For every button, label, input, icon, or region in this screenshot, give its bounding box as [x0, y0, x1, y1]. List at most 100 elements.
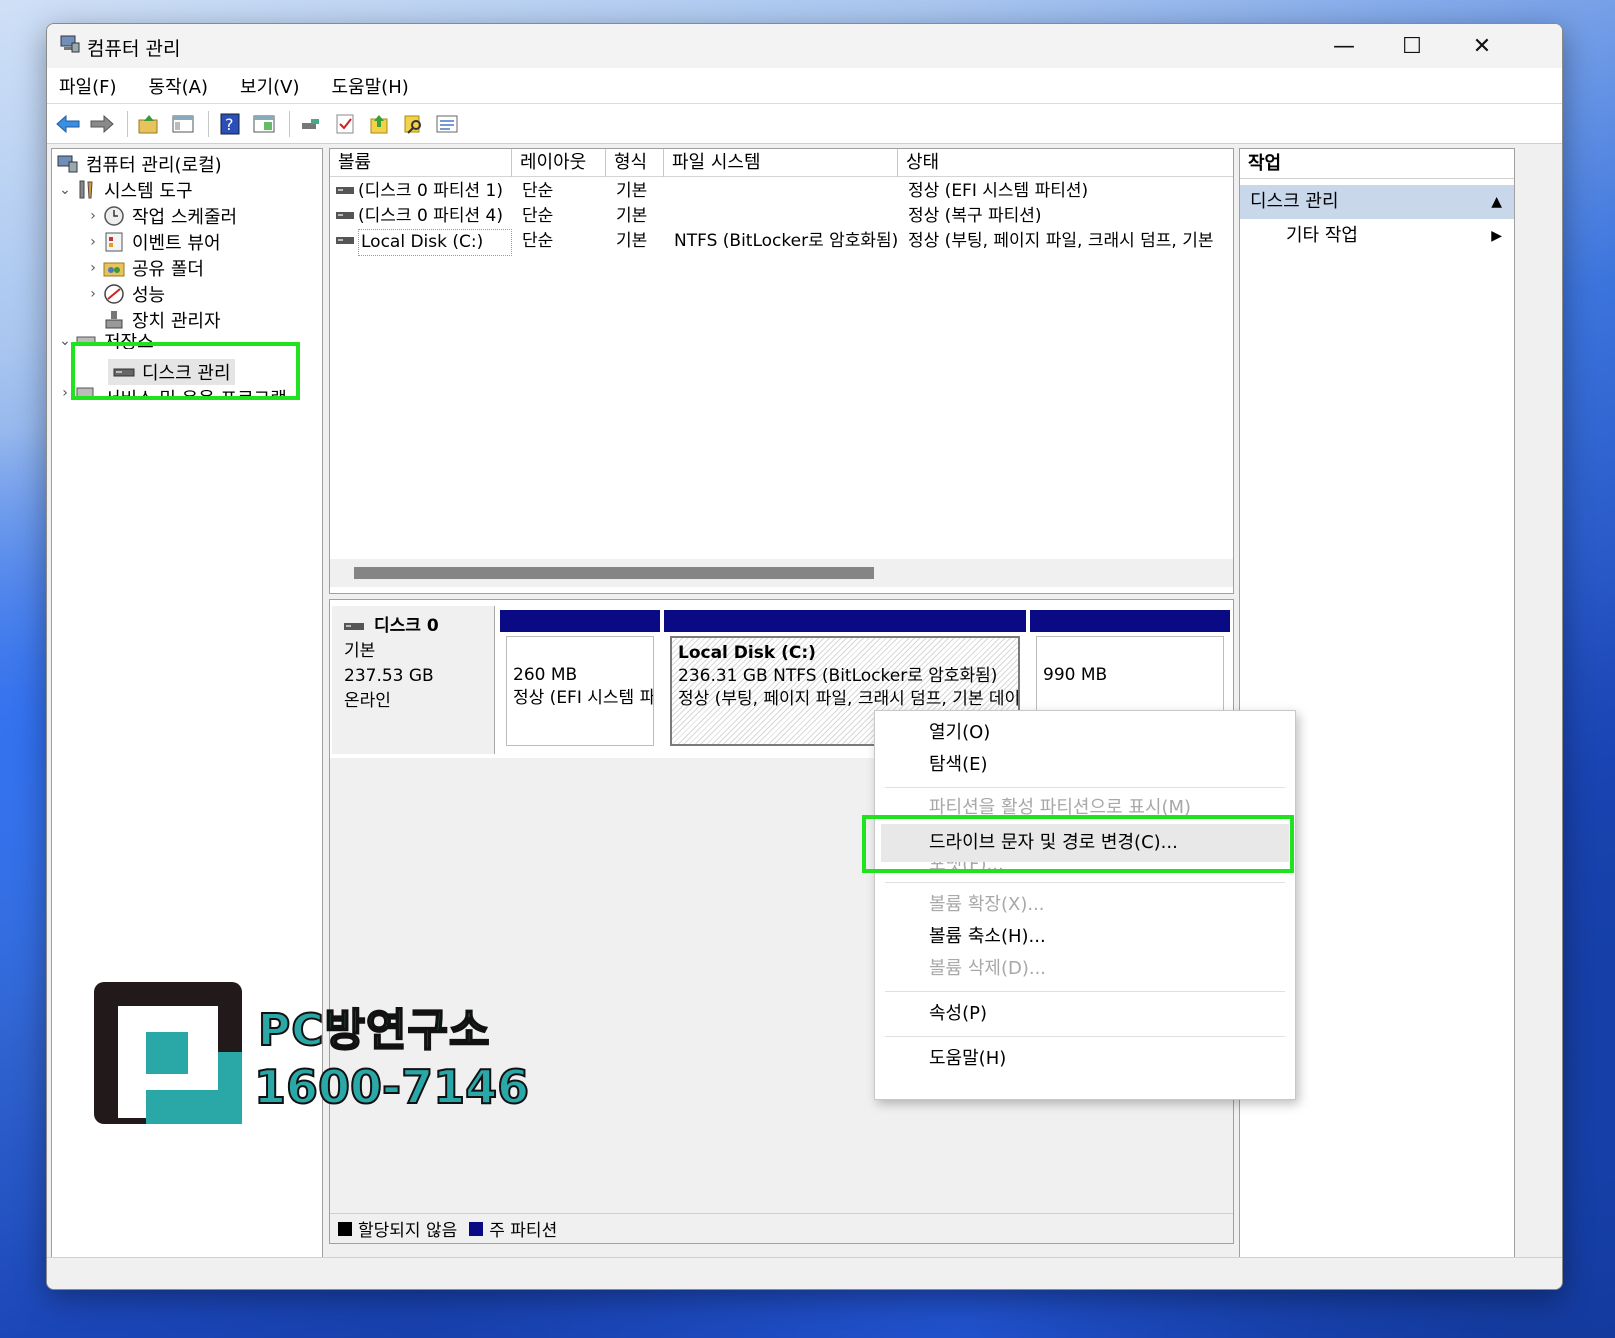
- menu-view[interactable]: 보기(V): [236, 69, 303, 103]
- back-icon[interactable]: [53, 109, 83, 139]
- tree-item-root[interactable]: 컴퓨터 관리(로컬): [56, 151, 222, 177]
- context-change-drive-letter[interactable]: 드라이브 문자 및 경로 변경(C)...: [881, 824, 1289, 862]
- column-header-type[interactable]: 형식: [606, 149, 664, 177]
- context-delete-volume[interactable]: 볼륨 삭제(D)...: [875, 953, 1295, 985]
- scrollbar-thumb[interactable]: [354, 567, 874, 579]
- tree-item-services[interactable]: › 서비스 및 응용 프로그램: [56, 385, 287, 399]
- tree-item-system-tools[interactable]: ⌄ 시스템 도구: [56, 177, 193, 203]
- up-folder-icon[interactable]: [134, 109, 164, 139]
- computer-management-icon: [57, 155, 78, 173]
- partition-efi[interactable]: 260 MB 정상 (EFI 시스템 파티션): [500, 610, 660, 752]
- column-header-filesystem[interactable]: 파일 시스템: [664, 149, 898, 177]
- chevron-right-icon[interactable]: ›: [84, 234, 102, 250]
- partition-desc: 정상 (EFI 시스템 파티션): [513, 688, 654, 708]
- drive-icon: [336, 237, 354, 244]
- tree-label: 작업 스케줄러: [132, 207, 238, 228]
- chevron-right-icon[interactable]: ›: [56, 385, 74, 399]
- disk-icon: [344, 622, 364, 630]
- chevron-right-icon[interactable]: ›: [84, 286, 102, 302]
- partition-bar: [500, 610, 660, 632]
- tree-item-task-scheduler[interactable]: › 작업 스케줄러: [84, 203, 237, 229]
- collapse-up-icon[interactable]: ▲: [1491, 185, 1502, 219]
- context-help[interactable]: 도움말(H): [875, 1043, 1295, 1075]
- maximize-button[interactable]: ☐: [1378, 24, 1446, 68]
- column-header-volume[interactable]: 볼륨: [330, 149, 512, 177]
- event-viewer-icon: [105, 232, 123, 252]
- context-explore[interactable]: 탐색(E): [875, 749, 1295, 781]
- context-menu: 열기(O) 탐색(E) 파티션을 활성 파티션으로 표시(M) 드라이브 문자 …: [874, 710, 1296, 1100]
- menu-file[interactable]: 파일(F): [55, 69, 121, 103]
- actions-section-disk-management[interactable]: 디스크 관리 ▲: [1240, 185, 1514, 219]
- help-icon[interactable]: ?: [215, 109, 245, 139]
- forward-icon[interactable]: [87, 109, 117, 139]
- tree-item-shared-folders[interactable]: › 공유 폴더: [84, 255, 204, 281]
- partition-size: 990 MB: [1043, 665, 1108, 685]
- tree-item-event-viewer[interactable]: › 이벤트 뷰어: [84, 229, 221, 255]
- menu-separator: [885, 991, 1285, 992]
- chevron-down-icon[interactable]: ⌄: [56, 333, 74, 349]
- disk-info-panel[interactable]: 디스크 0 기본 237.53 GB 온라인: [332, 606, 495, 754]
- horizontal-scrollbar[interactable]: [330, 559, 1233, 587]
- chevron-right-icon[interactable]: ›: [84, 208, 102, 224]
- check-icon[interactable]: [330, 109, 360, 139]
- cell-filesystem: NTFS (BitLocker로 암호화됨): [674, 231, 898, 251]
- table-row[interactable]: Local Disk (C:) 단순 기본 NTFS (BitLocker로 암…: [330, 229, 1233, 256]
- search-icon[interactable]: [398, 109, 428, 139]
- export-icon[interactable]: [364, 109, 394, 139]
- svg-text:?: ?: [225, 115, 234, 134]
- tree-selection[interactable]: 디스크 관리: [108, 359, 235, 385]
- minimize-button[interactable]: —: [1310, 24, 1378, 68]
- context-mark-active[interactable]: 파티션을 활성 파티션으로 표시(M): [875, 794, 1295, 816]
- menu-separator: [885, 787, 1285, 788]
- tree-item-storage[interactable]: ⌄ 저장소: [56, 333, 154, 349]
- partition-desc: 정상 (부팅, 페이지 파일, 크래시 덤프, 기본 데이터 파티션): [678, 689, 1020, 709]
- submenu-arrow-icon: ▶: [1491, 228, 1502, 244]
- partition-body[interactable]: 260 MB 정상 (EFI 시스템 파티션): [506, 636, 654, 746]
- disk-name-row: 디스크 0: [344, 614, 482, 639]
- cell-status: 정상 (복구 파티션): [908, 206, 1042, 226]
- cell-status: 정상 (부팅, 페이지 파일, 크래시 덤프, 기본: [908, 231, 1214, 251]
- column-header-layout[interactable]: 레이아웃: [512, 149, 606, 177]
- chevron-down-icon[interactable]: ⌄: [56, 182, 74, 198]
- disk-state: 온라인: [344, 691, 391, 711]
- context-extend-volume[interactable]: 볼륨 확장(X)...: [875, 889, 1295, 921]
- table-row[interactable]: (디스크 0 파티션 1) 단순 기본 정상 (EFI 시스템 파티션): [330, 179, 1233, 204]
- tree-label: 저장소: [104, 333, 154, 349]
- cell-volume: (디스크 0 파티션 4): [358, 206, 503, 226]
- actions-more[interactable]: 기타 작업 ▶: [1240, 219, 1514, 253]
- tree-label: 서비스 및 응용 프로그램: [104, 385, 287, 399]
- partition-size: 260 MB: [513, 665, 578, 685]
- menu-separator: [885, 1036, 1285, 1037]
- drive-icon: [336, 212, 354, 219]
- tree-item-device-manager[interactable]: 장치 관리자: [102, 307, 221, 333]
- context-shrink-volume[interactable]: 볼륨 축소(H)...: [875, 921, 1295, 953]
- chevron-right-icon[interactable]: ›: [84, 260, 102, 276]
- tree-item-disk-management[interactable]: 디스크 관리: [108, 359, 235, 385]
- volume-list: 볼륨 레이아웃 형식 파일 시스템 상태 (디스크 0 파티션 1) 단순 기본…: [329, 148, 1234, 594]
- clock-icon: [104, 206, 124, 226]
- partition-title: Local Disk (C:): [678, 643, 816, 663]
- properties-icon[interactable]: [432, 109, 462, 139]
- volume-list-header: 볼륨 레이아웃 형식 파일 시스템 상태: [330, 149, 1233, 177]
- menu-bar: 파일(F) 동작(A) 보기(V) 도움말(H): [47, 68, 1562, 104]
- tree-item-performance[interactable]: › 성능: [84, 281, 165, 307]
- context-format[interactable]: 포맷(F)...: [875, 862, 1295, 876]
- menu-action[interactable]: 동작(A): [145, 69, 212, 103]
- toolbar-separator: [208, 110, 209, 137]
- context-properties[interactable]: 속성(P): [875, 998, 1295, 1030]
- close-button[interactable]: ✕: [1448, 24, 1516, 68]
- partition-title: [513, 641, 647, 664]
- cell-layout: 단순: [522, 231, 554, 251]
- legend: 할당되지 않음 주 파티션: [330, 1213, 1233, 1243]
- console-view-icon[interactable]: [249, 109, 279, 139]
- actions-section-label: 디스크 관리: [1250, 191, 1339, 212]
- performance-icon: [104, 284, 124, 304]
- column-header-status[interactable]: 상태: [898, 149, 1233, 177]
- connect-icon[interactable]: [296, 109, 326, 139]
- table-row[interactable]: (디스크 0 파티션 4) 단순 기본 정상 (복구 파티션): [330, 204, 1233, 229]
- device-manager-icon: [105, 311, 123, 329]
- brand-logo: [94, 982, 242, 1124]
- menu-help[interactable]: 도움말(H): [328, 69, 413, 103]
- show-hide-tree-icon[interactable]: [168, 109, 198, 139]
- context-open[interactable]: 열기(O): [875, 717, 1295, 749]
